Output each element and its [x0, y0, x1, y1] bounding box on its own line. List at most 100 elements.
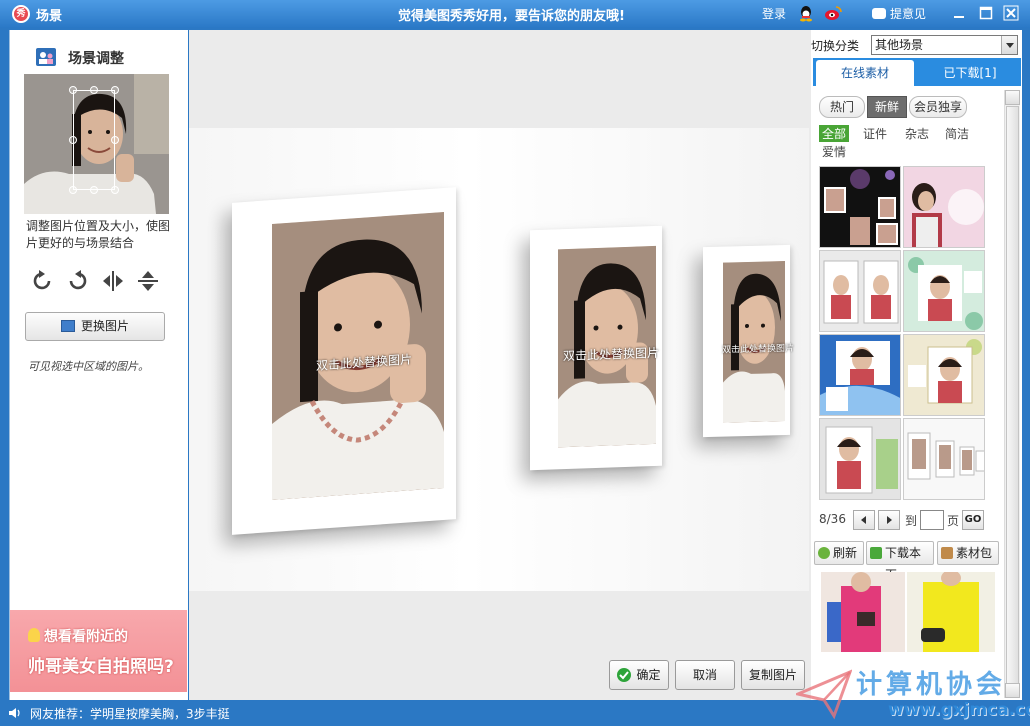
replace-caption: 双击此处替换图片 [722, 343, 795, 356]
crop-handle-top-left[interactable] [69, 86, 77, 94]
photo-preview[interactable] [24, 74, 169, 214]
page-indicator: 8/36 [819, 512, 846, 526]
template-thumb[interactable] [819, 334, 901, 416]
scroll-up-icon[interactable] [1005, 90, 1020, 105]
crop-handle-top[interactable] [90, 86, 98, 94]
picture-icon [60, 320, 75, 332]
refresh-label: 刷新 [833, 546, 858, 560]
maximize-icon[interactable] [978, 5, 994, 21]
speaker-icon [9, 708, 20, 718]
promo-image-right[interactable] [907, 572, 995, 652]
filter-all[interactable]: 全部 [819, 125, 850, 142]
close-icon[interactable] [1003, 5, 1019, 21]
app-logo-icon: 秀 [12, 5, 30, 23]
template-thumb[interactable] [903, 166, 985, 248]
filter-simple[interactable]: 简洁 [945, 125, 969, 142]
ok-check-icon [617, 668, 632, 682]
download-page-button[interactable]: 下载本页 [866, 541, 934, 582]
filter-love[interactable]: 爱情 [822, 143, 846, 160]
category-select[interactable]: 其他场景 [871, 35, 1018, 55]
chevron-down-icon[interactable] [1001, 36, 1017, 54]
cancel-button[interactable]: 取消 [675, 660, 735, 690]
bulb-icon [28, 628, 40, 642]
scene-adjust-panel: 场景调整 调整图片位置及大小，使图片更好的与场景结合 更换图片 可见视选中区域的… [9, 30, 188, 700]
material-tabs: 在线素材 已下载[1] [813, 58, 1021, 86]
ad-line-1: 想看看附近的 [44, 629, 128, 645]
watermark-url: www.gxjmca.com [888, 700, 1030, 720]
crop-handle-bottom[interactable] [90, 186, 98, 194]
handwritten-note: 可见视选中区域的图片。 [28, 360, 149, 373]
window-title: 场景 [36, 9, 63, 24]
news-ticker[interactable]: 网友推荐：学明星按摩美胸，3步丰挺 [30, 705, 230, 722]
photo-frame-medium[interactable]: 双击此处替换图片 [530, 225, 662, 471]
crop-handle-top-right[interactable] [111, 86, 119, 94]
category-select-value: 其他场景 [875, 38, 924, 52]
page-unit-label: 页 [947, 514, 960, 528]
crop-handle-left[interactable] [69, 136, 77, 144]
chip-new[interactable]: 新鲜 [867, 96, 907, 118]
weibo-icon[interactable] [824, 5, 842, 21]
filter-magazine[interactable]: 杂志 [905, 125, 929, 142]
flip-horizontal-icon[interactable] [100, 268, 126, 294]
qq-icon[interactable] [798, 5, 814, 22]
template-thumb[interactable] [819, 250, 901, 332]
photo-frame-large[interactable]: 双击此处替换图片 [232, 187, 456, 535]
transform-toolbar [28, 268, 168, 294]
template-thumb[interactable] [903, 250, 985, 332]
feedback-label: 提意见 [890, 7, 927, 21]
material-pack-button[interactable]: 素材包 [937, 541, 999, 565]
section-title: 场景调整 [68, 51, 124, 67]
replace-picture-button[interactable]: 更换图片 [25, 312, 165, 341]
material-scrollbar[interactable] [1004, 90, 1020, 698]
ok-button[interactable]: 确定 [609, 660, 669, 690]
filter-id-photo[interactable]: 证件 [863, 125, 887, 142]
adjust-hint: 调整图片位置及大小，使图片更好的与场景结合 [26, 219, 171, 250]
feedback-icon [872, 8, 886, 19]
rotate-left-icon[interactable] [30, 268, 56, 294]
page-to-label: 到 [905, 514, 918, 528]
go-button[interactable]: GO [962, 510, 984, 530]
chip-hot[interactable]: 热门 [819, 96, 865, 118]
rotate-right-icon[interactable] [64, 268, 90, 294]
template-grid [819, 166, 987, 502]
template-thumb[interactable] [819, 166, 901, 248]
tab-online-material[interactable]: 在线素材 [816, 60, 914, 86]
package-icon [941, 547, 953, 559]
crop-handle-right[interactable] [111, 136, 119, 144]
photo-frame-small[interactable]: 双击此处替换图片 [703, 244, 794, 438]
chip-vip[interactable]: 会员独享 [909, 96, 967, 118]
crop-handle-bottom-right[interactable] [111, 186, 119, 194]
nearby-selfie-ad[interactable]: 想看看附近的 帅哥美女自拍照吗? [10, 610, 187, 692]
download-icon [870, 547, 882, 559]
refresh-icon [818, 547, 830, 559]
crop-handle-bottom-left[interactable] [69, 186, 77, 194]
chevron-right-icon [887, 516, 892, 524]
crop-box[interactable] [73, 90, 115, 190]
ad-line-2: 帅哥美女自拍照吗? [28, 657, 174, 677]
switch-category-label: 切换分类 [811, 39, 860, 53]
template-thumb[interactable] [819, 418, 901, 500]
refresh-button[interactable]: 刷新 [814, 541, 864, 565]
replace-caption: 双击此处替换图片 [563, 345, 660, 364]
chevron-left-icon [861, 516, 866, 524]
feedback-link[interactable]: 提意见 [872, 5, 926, 22]
page-number-input[interactable] [920, 510, 944, 530]
watermark-title: 计算机协会 [856, 670, 1007, 700]
template-thumb[interactable] [903, 334, 985, 416]
watermark: 计算机协会 www.gxjmca.com [796, 662, 1030, 726]
material-pack-label: 素材包 [956, 546, 993, 560]
material-panel: 切换分类 其他场景 在线素材 已下载[1] 热门 新鲜 会员独享 全部 证件 杂… [811, 30, 1022, 700]
minimize-icon[interactable] [951, 5, 967, 21]
title-bar: 秀 场景 觉得美图秀秀好用，要告诉您的朋友哦! 登录 提意见 [0, 0, 1030, 28]
scroll-thumb[interactable] [1006, 106, 1019, 686]
flip-vertical-icon[interactable] [135, 268, 161, 294]
template-thumb[interactable] [903, 418, 985, 500]
replace-picture-label: 更换图片 [80, 319, 129, 333]
login-link[interactable]: 登录 [762, 5, 786, 22]
promo-image-left[interactable] [821, 572, 905, 652]
slogan: 觉得美图秀秀好用，要告诉您的朋友哦! [398, 9, 625, 24]
next-page-button[interactable] [878, 510, 900, 530]
tab-downloaded[interactable]: 已下载[1] [921, 60, 1019, 86]
paper-plane-icon [796, 669, 852, 720]
prev-page-button[interactable] [853, 510, 875, 530]
